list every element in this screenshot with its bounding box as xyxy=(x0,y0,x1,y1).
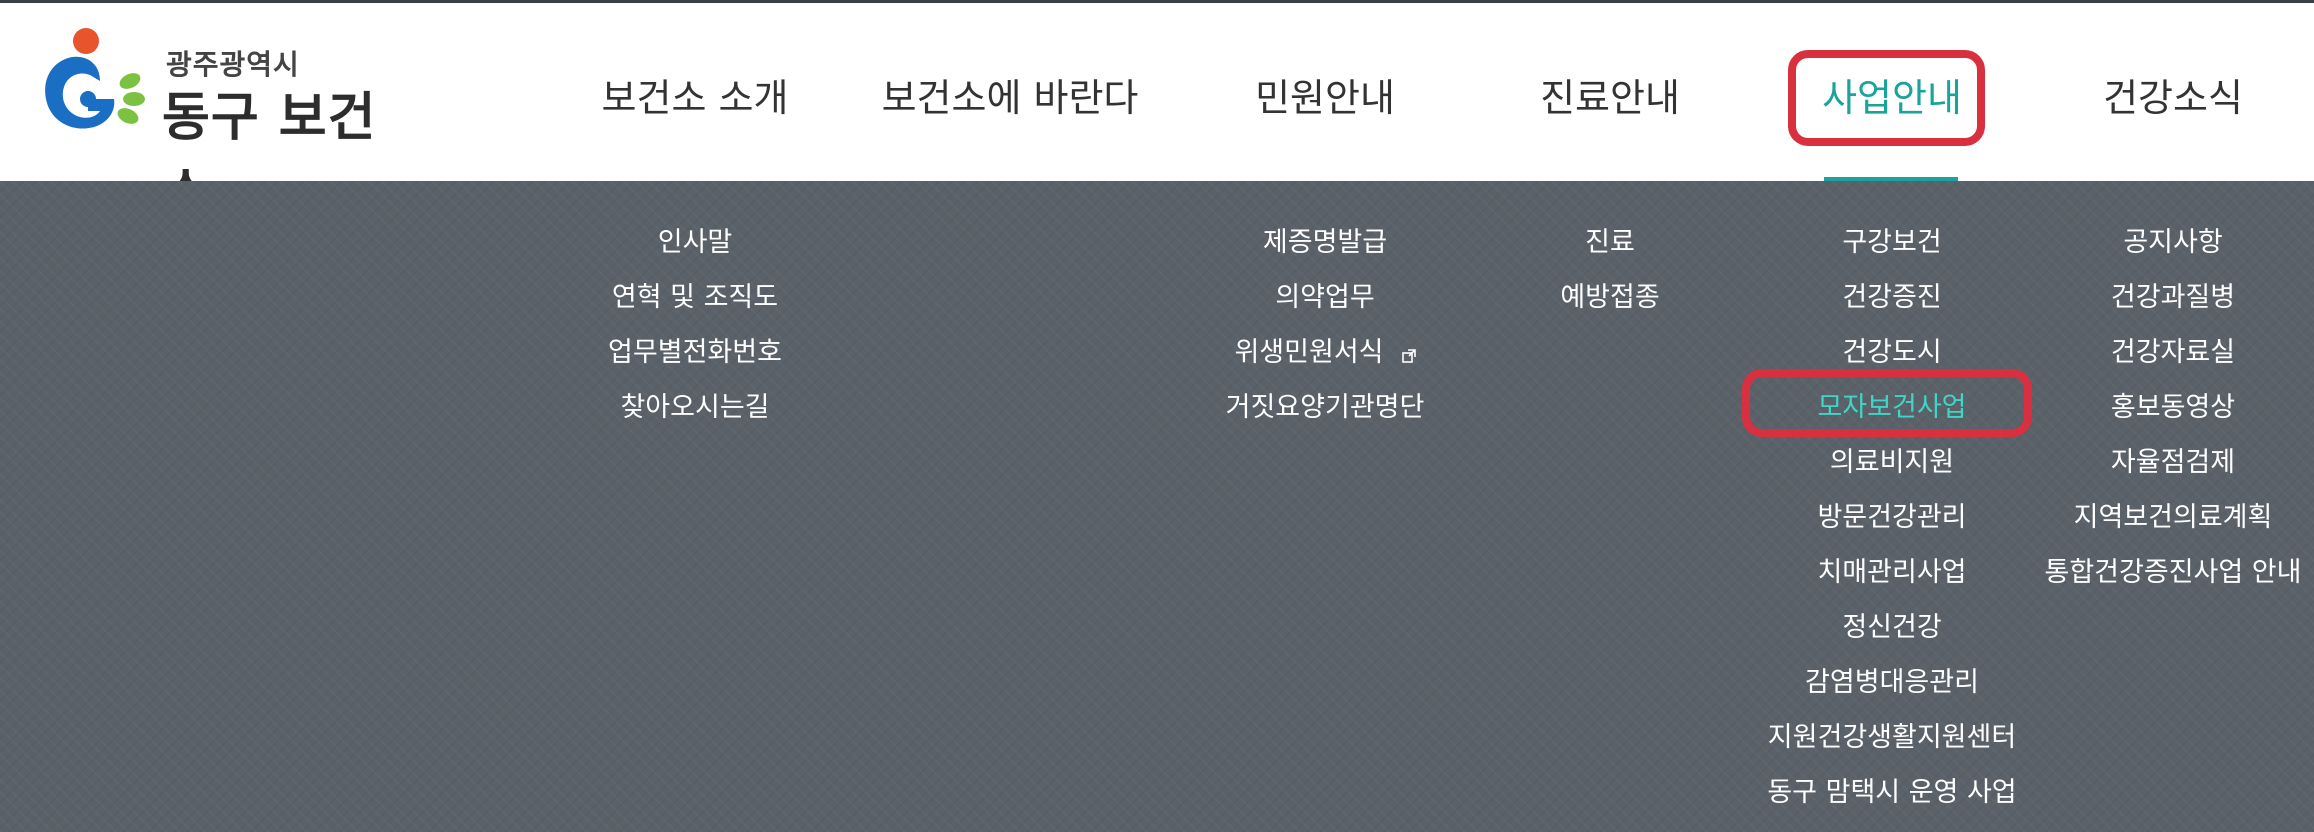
submenu-item[interactable]: 의료비지원 xyxy=(1830,432,1954,487)
submenu-item[interactable]: 치매관리사업 xyxy=(1817,542,1966,597)
submenu-item[interactable]: 지원건강생활지원센터 xyxy=(1768,707,2016,762)
submenu-business: 구강보건 건강증진 건강도시 모자보건사업 의료비지원 방문건강관리 치매관리사… xyxy=(1752,212,2032,817)
submenu-item[interactable]: 연혁 및 조직도 xyxy=(612,267,778,322)
submenu-item[interactable]: 구강보건 xyxy=(1842,212,1941,267)
submenu-item[interactable]: 업무별전화번호 xyxy=(608,322,782,377)
gnb-item-civil[interactable]: 민원안내 xyxy=(1220,59,1430,129)
submenu-clinic: 진료 예방접종 xyxy=(1505,212,1715,322)
submenu-item[interactable]: 건강과질병 xyxy=(2111,267,2235,322)
submenu-item[interactable]: 감염병대응관리 xyxy=(1805,652,1979,707)
gnb-item-news[interactable]: 건강소식 xyxy=(2068,59,2278,129)
submenu-item-label: 위생민원서식 xyxy=(1234,337,1384,368)
submenu-item-external[interactable]: 위생민원서식 xyxy=(1234,322,1416,377)
submenu-item[interactable]: 정신건강 xyxy=(1842,597,1941,652)
external-link-icon xyxy=(1401,348,1416,363)
submenu-item[interactable]: 홍보동영상 xyxy=(2111,377,2235,432)
submenu-item[interactable]: 지역보건의료계획 xyxy=(2074,487,2273,542)
submenu-item[interactable]: 진료 xyxy=(1585,212,1635,267)
site-logo[interactable]: 광주광역시 동구 보건소 xyxy=(38,21,398,223)
gnb-item-feedback[interactable]: 보건소에 바란다 xyxy=(860,59,1160,129)
submenu-item[interactable]: 의약업무 xyxy=(1275,267,1374,322)
submenu-item[interactable]: 공지사항 xyxy=(2123,212,2222,267)
submenu-item[interactable]: 거짓요양기관명단 xyxy=(1226,377,1425,432)
submenu-item[interactable]: 동구 맘택시 운영 사업 xyxy=(1767,762,2016,817)
gnb-item-intro[interactable]: 보건소 소개 xyxy=(575,59,815,129)
submenu-news: 공지사항 건강과질병 건강자료실 홍보동영상 자율점검제 지역보건의료계획 통합… xyxy=(2038,212,2308,597)
submenu-item[interactable]: 제증명발급 xyxy=(1263,212,1387,267)
submenu-item[interactable]: 건강자료실 xyxy=(2111,322,2235,377)
highlight-box-gnb xyxy=(1788,50,1985,146)
submenu-item[interactable]: 건강증진 xyxy=(1842,267,1941,322)
logo-emblem-icon xyxy=(45,28,145,129)
gnb-item-clinic[interactable]: 진료안내 xyxy=(1505,59,1715,129)
submenu-item[interactable]: 인사말 xyxy=(658,212,733,267)
submenu-item[interactable]: 자율점검제 xyxy=(2111,432,2235,487)
highlight-box-submenu xyxy=(1742,369,2032,437)
submenu-item[interactable]: 방문건강관리 xyxy=(1817,487,1966,542)
submenu-item[interactable]: 찾아오시는길 xyxy=(620,377,769,432)
submenu-intro: 인사말 연혁 및 조직도 업무별전화번호 찾아오시는길 xyxy=(575,212,815,432)
submenu-civil: 제증명발급 의약업무 위생민원서식 거짓요양기관명단 xyxy=(1220,212,1430,432)
submenu-item[interactable]: 통합건강증진사업 안내 xyxy=(2045,542,2302,597)
submenu-item[interactable]: 예방접종 xyxy=(1560,267,1659,322)
